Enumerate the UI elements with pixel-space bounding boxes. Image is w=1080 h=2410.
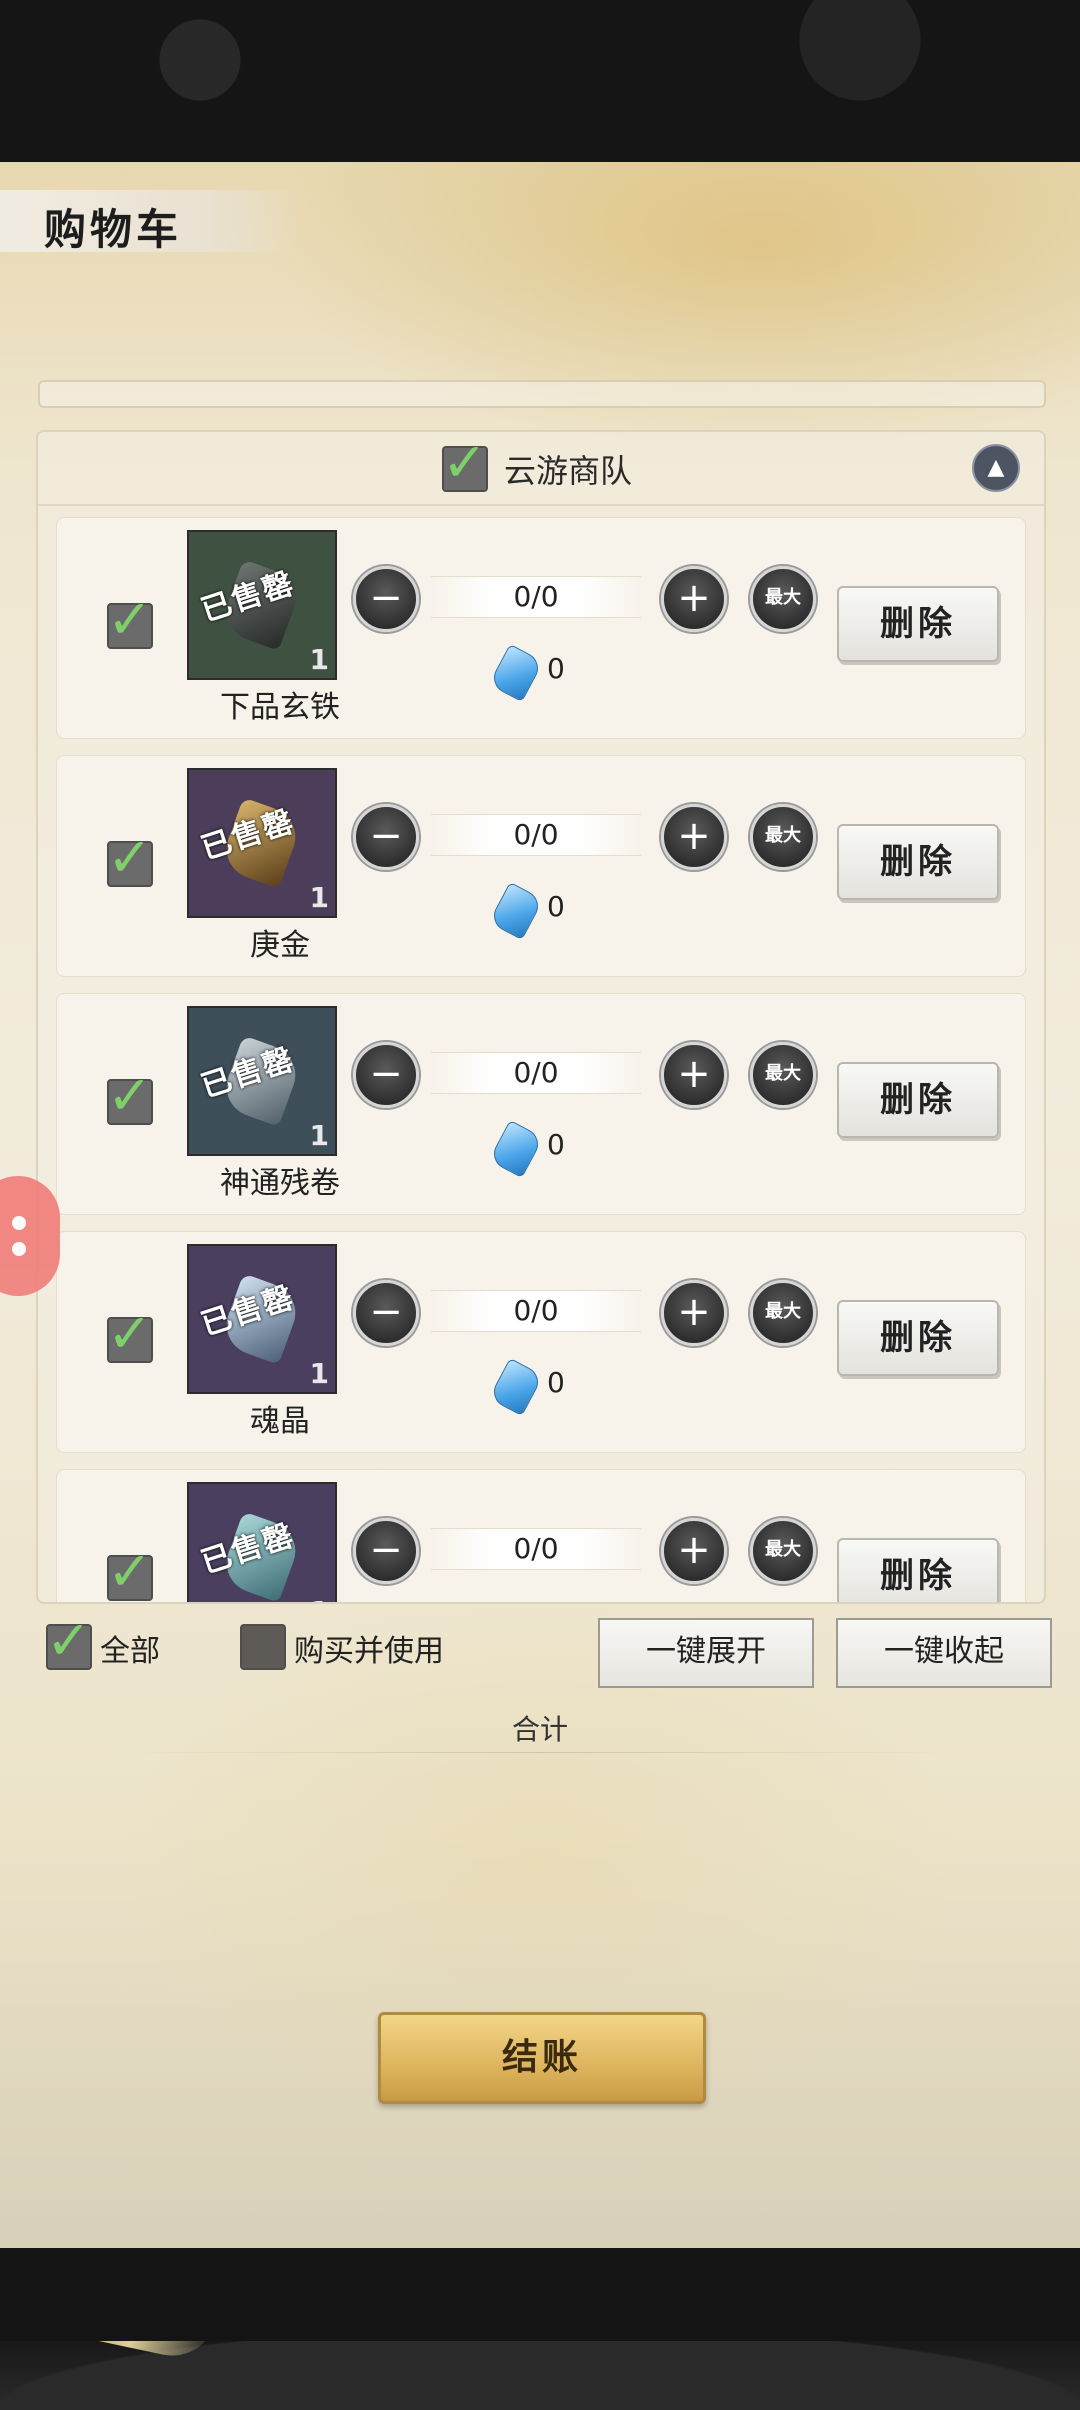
decorative-divider — [38, 380, 1046, 408]
floating-assistant-button[interactable] — [0, 1176, 60, 1296]
buy-and-use-label[interactable]: 购买并使用 — [294, 1626, 444, 1670]
face-dot-icon — [12, 1216, 26, 1230]
spirit-stone-icon — [488, 643, 544, 703]
buy-and-use-checkbox[interactable] — [240, 1624, 286, 1670]
item-checkbox[interactable]: ✓ — [107, 831, 153, 887]
increase-button[interactable]: + — [661, 1042, 727, 1108]
item-icon-box[interactable]: 已售罄 1 — [187, 530, 337, 680]
item-checkbox[interactable]: ✓ — [107, 1307, 153, 1363]
cart-list[interactable]: ✓ 云游商队 ▲ ✓ 已售罄 1 下品玄铁 − 0/0 + 最大 0 删除 ✓ … — [36, 430, 1046, 1604]
cart-item: ✓ 已售罄 1 魂晶 − 0/0 + 最大 0 删除 — [56, 1231, 1026, 1453]
select-all-label[interactable]: 全部 — [100, 1626, 160, 1670]
delete-button[interactable]: 删除 — [837, 824, 999, 900]
quantity-display: 0/0 — [431, 1528, 641, 1570]
plus-icon: + — [677, 1289, 711, 1335]
plus-icon: + — [677, 1051, 711, 1097]
checkmark-icon: ✓ — [107, 1302, 153, 1365]
minus-icon: − — [369, 1051, 403, 1097]
bottom-bar — [0, 2248, 1080, 2341]
item-count: 1 — [310, 1595, 329, 1602]
max-button[interactable]: 最大 — [750, 1280, 816, 1346]
item-icon-box[interactable]: 已售罄 1 — [187, 1244, 337, 1394]
decrease-button[interactable]: − — [353, 1280, 419, 1346]
increase-button[interactable]: + — [661, 1518, 727, 1584]
increase-button[interactable]: + — [661, 566, 727, 632]
cart-item: ✓ 已售罄 1 庚金 − 0/0 + 最大 0 删除 — [56, 755, 1026, 977]
total-divider — [120, 1752, 960, 1753]
expand-all-button[interactable]: 一键展开 — [598, 1618, 814, 1688]
decrease-button[interactable]: − — [353, 566, 419, 632]
spirit-stone-icon — [488, 1119, 544, 1179]
delete-button[interactable]: 删除 — [837, 1300, 999, 1376]
plus-icon: + — [677, 813, 711, 859]
group-checkbox[interactable]: ✓ — [442, 436, 488, 492]
group-label: 云游商队 — [504, 452, 633, 490]
item-name: 下品玄铁 — [220, 690, 340, 725]
minus-icon: − — [369, 575, 403, 621]
plus-icon: + — [677, 575, 711, 621]
item-checkbox[interactable]: ✓ — [107, 593, 153, 649]
checkmark-icon: ✓ — [107, 826, 153, 889]
top-status-area — [0, 0, 1080, 162]
page-title: 购物车 — [44, 205, 183, 254]
cart-item: ✓ 已售罄 1 神通残卷 − 0/0 + 最大 0 删除 — [56, 993, 1026, 1215]
quantity-display: 0/0 — [431, 576, 641, 618]
item-price: 0 — [547, 890, 565, 923]
cart-controls: ✓ 全部 购买并使用 一键展开 一键收起 — [0, 1610, 1080, 1690]
decrease-button[interactable]: − — [353, 1042, 419, 1108]
spirit-stone-icon — [488, 1357, 544, 1417]
item-icon-box[interactable]: 已售罄 1 — [187, 1482, 337, 1602]
item-icon-box[interactable]: 已售罄 1 — [187, 768, 337, 918]
group-collapse-button[interactable]: ▲ — [972, 444, 1020, 492]
item-checkbox[interactable]: ✓ — [107, 1545, 153, 1601]
select-all-checkbox[interactable]: ✓ — [46, 1614, 92, 1670]
item-count: 1 — [309, 1119, 329, 1152]
cart-item: ✓ 已售罄 1 下品玄铁 − 0/0 + 最大 0 删除 — [56, 517, 1026, 739]
item-price: 0 — [547, 1366, 565, 1399]
item-name: 庚金 — [250, 928, 310, 963]
spirit-stone-icon — [488, 881, 544, 941]
checkmark-icon: ✓ — [46, 1609, 92, 1672]
quantity-display: 0/0 — [431, 1052, 641, 1094]
increase-button[interactable]: + — [661, 1280, 727, 1346]
group-header: ✓ 云游商队 ▲ — [38, 432, 1044, 506]
delete-button[interactable]: 删除 — [837, 1538, 999, 1602]
minus-icon: − — [369, 1289, 403, 1335]
delete-button[interactable]: 删除 — [837, 586, 999, 662]
face-dot-icon — [12, 1242, 26, 1256]
item-name: 魂晶 — [250, 1404, 310, 1439]
max-button[interactable]: 最大 — [750, 566, 816, 632]
minus-icon: − — [369, 1527, 403, 1573]
triangle-up-icon: ▲ — [987, 455, 1005, 480]
delete-button[interactable]: 删除 — [837, 1062, 999, 1138]
checkmark-icon: ✓ — [442, 431, 488, 494]
quantity-display: 0/0 — [431, 814, 641, 856]
decrease-button[interactable]: − — [353, 804, 419, 870]
collapse-all-button[interactable]: 一键收起 — [836, 1618, 1052, 1688]
item-icon-box[interactable]: 已售罄 1 — [187, 1006, 337, 1156]
increase-button[interactable]: + — [661, 804, 727, 870]
plus-icon: + — [677, 1527, 711, 1573]
checkmark-icon: ✓ — [107, 588, 153, 651]
checkout-button[interactable]: 结账 — [378, 2012, 706, 2104]
max-button[interactable]: 最大 — [750, 804, 816, 870]
checkmark-icon: ✓ — [107, 1540, 153, 1603]
item-price: 0 — [547, 652, 565, 685]
decrease-button[interactable]: − — [353, 1518, 419, 1584]
quantity-display: 0/0 — [431, 1290, 641, 1332]
max-button[interactable]: 最大 — [750, 1518, 816, 1584]
item-checkbox[interactable]: ✓ — [107, 1069, 153, 1125]
item-price: 0 — [547, 1128, 565, 1161]
total-label: 合计 — [511, 1713, 568, 1746]
item-count: 1 — [309, 643, 329, 676]
checkmark-icon: ✓ — [107, 1064, 153, 1127]
max-button[interactable]: 最大 — [750, 1042, 816, 1108]
item-count: 1 — [309, 881, 329, 914]
item-count: 1 — [309, 1357, 329, 1390]
item-name: 神通残卷 — [220, 1166, 340, 1201]
minus-icon: − — [369, 813, 403, 859]
cart-item: ✓ 已售罄 1 − 0/0 + 最大 删除 — [56, 1469, 1026, 1602]
